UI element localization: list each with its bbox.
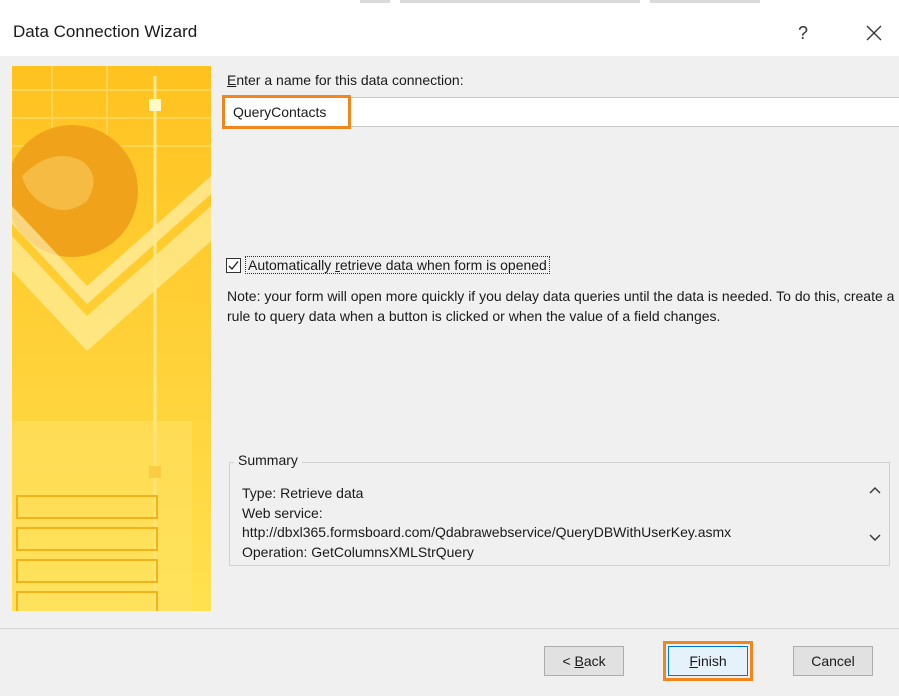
cancel-button[interactable]: Cancel [793, 646, 873, 676]
summary-text: Type: Retrieve data Web service: http://… [242, 484, 862, 562]
dialog-body: Enter a name for this data connection: Q… [0, 56, 899, 696]
close-button[interactable] [857, 18, 891, 48]
background-tab [650, 0, 760, 3]
background-tab [400, 0, 640, 3]
summary-line: Web service: [242, 504, 323, 521]
help-button[interactable]: ? [788, 18, 818, 48]
close-icon [866, 25, 882, 41]
back-button[interactable]: < Back [544, 646, 624, 676]
background-app-strip [0, 0, 899, 10]
finish-button[interactable]: Finish [668, 646, 748, 676]
scroll-down-button[interactable] [866, 530, 884, 548]
summary-line: Operation: GetColumnsXMLStrQuery [242, 543, 474, 560]
summary-line: http://dbxl365.formsboard.com/Qdabrawebs… [242, 524, 732, 540]
wizard-banner-illustration [12, 66, 211, 611]
background-tab [360, 0, 390, 3]
connection-name-label: Enter a name for this data connection: [227, 72, 464, 88]
auto-retrieve-option[interactable]: Automatically retrieve data when form is… [226, 254, 550, 276]
chevron-down-icon [869, 534, 881, 541]
checkmark-icon [228, 260, 239, 270]
connection-name-input[interactable]: QueryContacts [224, 97, 899, 127]
summary-line: Type: Retrieve data [242, 485, 364, 501]
auto-retrieve-label[interactable]: Automatically retrieve data when form is… [245, 256, 550, 274]
scroll-up-button[interactable] [866, 482, 884, 500]
summary-legend: Summary [234, 452, 302, 468]
performance-note: Note: your form will open more quickly i… [227, 288, 895, 324]
chevron-up-icon [869, 487, 881, 494]
dialog-title: Data Connection Wizard [13, 22, 198, 41]
auto-retrieve-checkbox[interactable] [226, 257, 241, 273]
button-separator [0, 628, 899, 629]
dialog-titlebar: Data Connection Wizard ? [0, 10, 899, 56]
